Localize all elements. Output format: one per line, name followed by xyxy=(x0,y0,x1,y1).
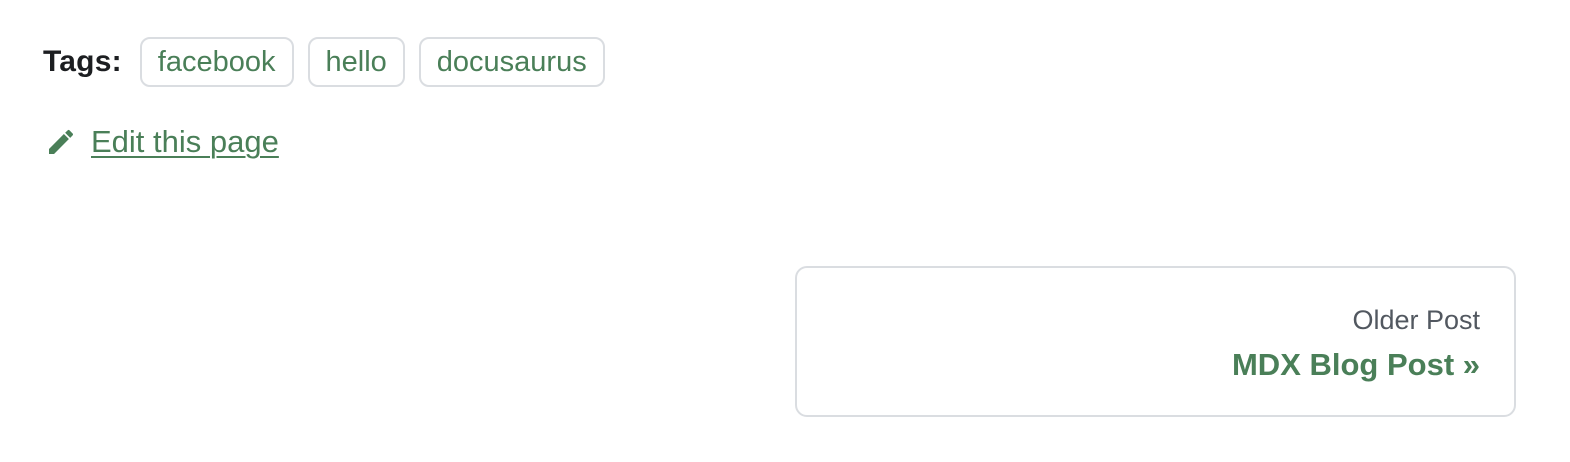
pager-post-title: MDX Blog Post » xyxy=(1231,347,1480,382)
pencil-icon xyxy=(45,126,77,158)
tags-row: Tags: facebook hello docusaurus xyxy=(43,35,605,89)
pagination-next-older-post[interactable]: Older Post MDX Blog Post » xyxy=(795,266,1516,417)
pager-sublabel: Older Post xyxy=(1352,305,1480,335)
edit-this-page-link[interactable]: Edit this page xyxy=(45,124,279,160)
tags-label: Tags: xyxy=(43,45,122,78)
tag-hello[interactable]: hello xyxy=(307,37,405,87)
tag-list: facebook hello docusaurus xyxy=(139,37,605,87)
tag-facebook[interactable]: facebook xyxy=(139,37,294,87)
edit-this-page-label: Edit this page xyxy=(91,124,279,159)
tag-docusaurus[interactable]: docusaurus xyxy=(418,37,605,87)
